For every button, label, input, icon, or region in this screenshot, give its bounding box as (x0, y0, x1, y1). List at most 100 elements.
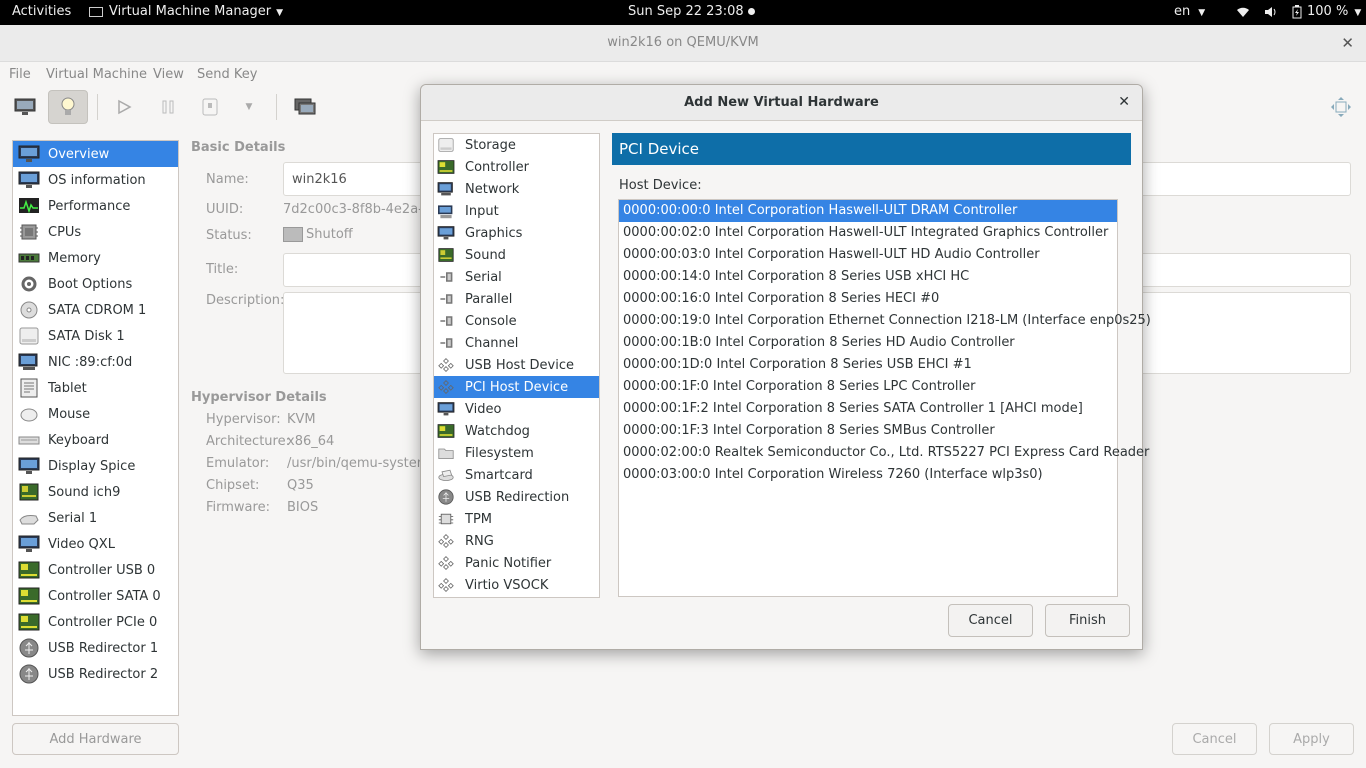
hardware-item[interactable]: USB Redirector 1 (13, 635, 178, 661)
clock[interactable]: Sun Sep 22 23:08 (628, 4, 755, 19)
hardware-type-item[interactable]: Input (434, 200, 599, 222)
hardware-type-list[interactable]: Storage Controller Network Input Graphics Sou… (433, 133, 600, 598)
hardware-type-item[interactable]: Watchdog (434, 420, 599, 442)
chevron-down-icon: ▼ (245, 102, 253, 112)
host-device-item[interactable]: 0000:00:1F:3 Intel Corporation 8 Series … (619, 420, 1117, 442)
hardware-type-label: Smartcard (465, 467, 533, 483)
language-selector[interactable]: en ▼ (1174, 4, 1205, 19)
hardware-item[interactable]: USB Redirector 2 (13, 661, 178, 687)
hardware-item[interactable]: SATA Disk 1 (13, 323, 178, 349)
host-device-item[interactable]: 0000:00:1F:2 Intel Corporation 8 Series … (619, 398, 1117, 420)
battery-percent[interactable]: 100 % ▼ (1307, 4, 1361, 19)
details-button[interactable] (48, 90, 88, 124)
hardware-type-item[interactable]: Parallel (434, 288, 599, 310)
hardware-type-item[interactable]: PCI Host Device (434, 376, 599, 398)
pause-button[interactable] (148, 90, 188, 124)
fullscreen-button[interactable] (1321, 90, 1361, 124)
host-device-item[interactable]: 0000:00:16:0 Intel Corporation 8 Series … (619, 288, 1117, 310)
hardware-type-item[interactable]: Panic Notifier (434, 552, 599, 574)
hardware-type-item[interactable]: Console (434, 310, 599, 332)
host-device-item[interactable]: 0000:00:14:0 Intel Corporation 8 Series … (619, 266, 1117, 288)
hardware-type-item[interactable]: Serial (434, 266, 599, 288)
finish-button[interactable]: Finish (1045, 604, 1130, 637)
hardware-item[interactable]: OS information (13, 167, 178, 193)
run-button[interactable] (104, 90, 144, 124)
hardware-item[interactable]: Mouse (13, 401, 178, 427)
hardware-item[interactable]: Boot Options (13, 271, 178, 297)
hardware-item[interactable]: Sound ich9 (13, 479, 178, 505)
details-cancel-button[interactable]: Cancel (1172, 723, 1257, 755)
host-device-item[interactable]: 0000:00:19:0 Intel Corporation Ethernet … (619, 310, 1151, 332)
console-button[interactable] (5, 90, 45, 124)
hardware-item[interactable]: Controller PCIe 0 (13, 609, 178, 635)
hardware-type-label: Storage (465, 137, 516, 153)
hardware-item[interactable]: Memory (13, 245, 178, 271)
cpu-icon (18, 222, 40, 242)
hardware-item[interactable]: Overview (13, 141, 178, 167)
hardware-type-item[interactable]: Virtio VSOCK (434, 574, 599, 596)
hardware-item[interactable]: SATA CDROM 1 (13, 297, 178, 323)
volume-icon (1264, 6, 1278, 18)
plug-icon (437, 269, 455, 285)
hardware-type-item[interactable]: RNG (434, 530, 599, 552)
apply-button[interactable]: Apply (1269, 723, 1354, 755)
shutdown-button[interactable] (190, 90, 230, 124)
hardware-type-item[interactable]: Filesystem (434, 442, 599, 464)
host-device-item[interactable]: 0000:00:00:0 Intel Corporation Haswell-U… (619, 200, 1117, 222)
hardware-item[interactable]: Display Spice (13, 453, 178, 479)
snapshots-button[interactable] (285, 90, 325, 124)
host-device-item[interactable]: 0000:00:1B:0 Intel Corporation 8 Series … (619, 332, 1117, 354)
host-device-item[interactable]: 0000:00:03:0 Intel Corporation Haswell-U… (619, 244, 1117, 266)
cancel-button[interactable]: Cancel (948, 604, 1033, 637)
hardware-type-item[interactable]: Sound (434, 244, 599, 266)
hardware-item[interactable]: Controller USB 0 (13, 557, 178, 583)
window-close-button[interactable]: ✕ (1341, 34, 1354, 52)
hardware-item-label: Video QXL (48, 536, 115, 552)
host-device-list[interactable]: 0000:00:00:0 Intel Corporation Haswell-U… (618, 199, 1151, 597)
hardware-item-label: USB Redirector 1 (48, 640, 159, 656)
hardware-type-item[interactable]: Network (434, 178, 599, 200)
activities-button[interactable]: Activities (12, 4, 71, 19)
hardware-type-item[interactable]: TPM (434, 508, 599, 530)
hardware-item[interactable]: CPUs (13, 219, 178, 245)
hardware-item-label: SATA CDROM 1 (48, 302, 147, 318)
hardware-item[interactable]: Serial 1 (13, 505, 178, 531)
hypervisor-label: Hypervisor: (206, 412, 281, 427)
hardware-item[interactable]: Video QXL (13, 531, 178, 557)
architecture-label: Architecture: (206, 434, 290, 449)
host-device-item[interactable]: 0000:03:00:0 Intel Corporation Wireless … (619, 464, 1117, 486)
system-status[interactable] (1236, 4, 1302, 19)
menu-send-key[interactable]: Send Key (197, 67, 257, 82)
app-menu[interactable]: Virtual Machine Manager ▼ (89, 4, 283, 19)
hardware-type-item[interactable]: Video (434, 398, 599, 420)
shutdown-menu-button[interactable]: ▼ (232, 90, 266, 124)
hardware-type-item[interactable]: Smartcard (434, 464, 599, 486)
hardware-list[interactable]: Overview OS information Performance CPUs Mem… (12, 140, 179, 716)
device-icon (437, 357, 455, 373)
host-device-item[interactable]: 0000:02:00:0 Realtek Semiconductor Co., … (619, 442, 1149, 464)
hardware-type-label: Console (465, 313, 517, 329)
menu-virtual-machine[interactable]: Virtual Machine (46, 67, 147, 82)
host-device-item[interactable]: 0000:00:02:0 Intel Corporation Haswell-U… (619, 222, 1117, 244)
hardware-item[interactable]: Keyboard (13, 427, 178, 453)
top-bar: Activities Virtual Machine Manager ▼ Sun … (0, 0, 1366, 25)
host-device-item[interactable]: 0000:00:1D:0 Intel Corporation 8 Series … (619, 354, 1117, 376)
hardware-type-item[interactable]: Channel (434, 332, 599, 354)
host-device-item[interactable]: 0000:00:1F:0 Intel Corporation 8 Series … (619, 376, 1117, 398)
hardware-item[interactable]: Controller SATA 0 (13, 583, 178, 609)
menu-file[interactable]: File (9, 67, 31, 82)
dialog-close-button[interactable]: ✕ (1118, 94, 1130, 110)
hardware-item[interactable]: NIC :89:cf:0d (13, 349, 178, 375)
menu-view[interactable]: View (153, 67, 184, 82)
battery-icon (1292, 4, 1302, 19)
hardware-type-label: Controller (465, 159, 529, 175)
hardware-type-item[interactable]: USB Redirection (434, 486, 599, 508)
add-hardware-button[interactable]: Add Hardware (12, 723, 179, 755)
hardware-type-item[interactable]: USB Host Device (434, 354, 599, 376)
hardware-type-label: USB Redirection (465, 489, 570, 505)
hardware-item[interactable]: Tablet (13, 375, 178, 401)
hardware-type-item[interactable]: Controller (434, 156, 599, 178)
hardware-item[interactable]: Performance (13, 193, 178, 219)
hardware-type-item[interactable]: Graphics (434, 222, 599, 244)
hardware-type-item[interactable]: Storage (434, 134, 599, 156)
